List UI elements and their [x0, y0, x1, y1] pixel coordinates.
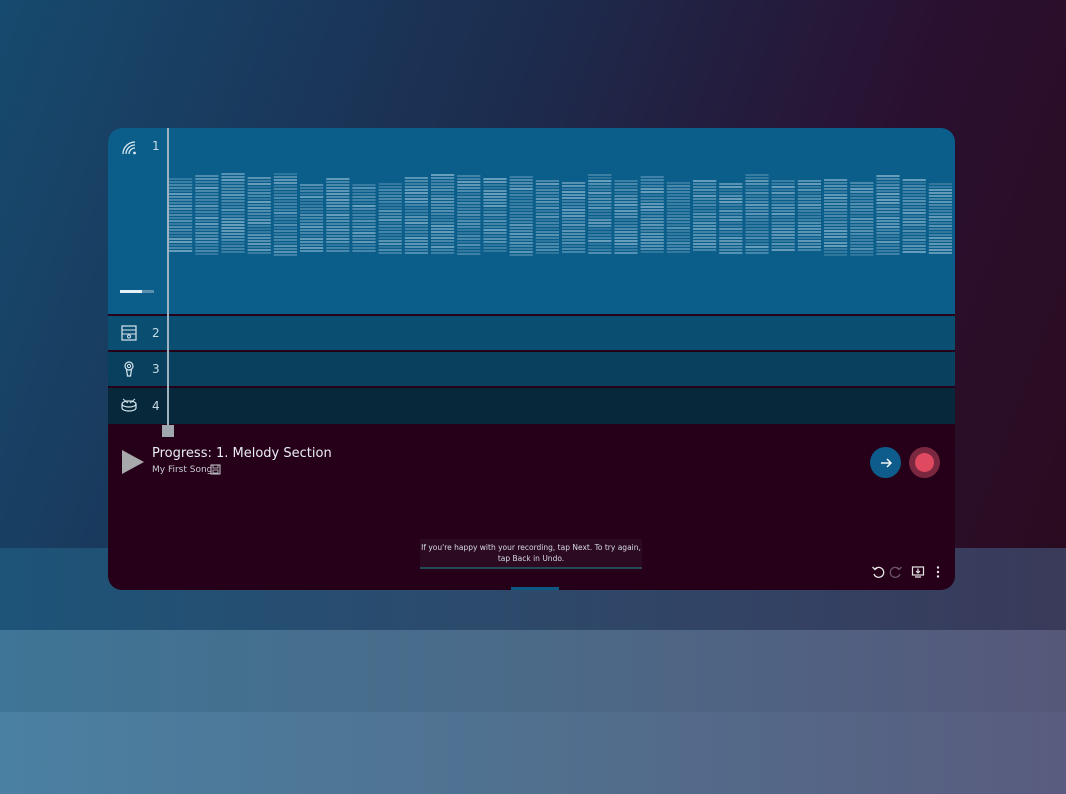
record-icon — [915, 453, 934, 472]
record-button[interactable] — [909, 447, 940, 478]
playhead-line — [167, 128, 169, 425]
backdrop-floor-band — [0, 712, 1066, 794]
save-icon[interactable] — [210, 464, 221, 475]
track-number: 4 — [152, 399, 160, 413]
hint-line: If you're happy with your recording, tap… — [421, 543, 641, 552]
hint-tooltip: If you're happy with your recording, tap… — [420, 539, 642, 569]
track-3[interactable]: 3 — [108, 352, 955, 386]
more-icon[interactable] — [931, 565, 945, 579]
arrow-right-icon — [880, 458, 892, 467]
track-2[interactable]: 2 — [108, 316, 955, 350]
track-number: 1 — [152, 139, 160, 153]
playhead-handle[interactable] — [162, 425, 174, 437]
drum-icon — [121, 398, 137, 412]
song-name[interactable]: My First Song — [152, 465, 212, 475]
track-1[interactable]: 1 — [108, 128, 955, 314]
track-number: 2 — [152, 326, 160, 340]
hint-line: tap Back in Undo. — [497, 554, 565, 563]
microphone-icon — [124, 361, 134, 377]
keyboard-icon — [121, 325, 137, 341]
waveform — [169, 173, 952, 256]
play-button[interactable] — [122, 450, 144, 474]
tooltip-indicator — [511, 587, 559, 590]
backdrop-floor-band — [0, 630, 1066, 712]
track-number: 3 — [152, 362, 160, 376]
track-4[interactable]: 4 — [108, 388, 955, 424]
import-icon[interactable] — [911, 565, 925, 579]
next-button[interactable] — [870, 447, 901, 478]
progress-title: Progress: 1. Melody Section — [152, 446, 332, 461]
wireless-sound-icon — [122, 141, 136, 155]
redo-icon[interactable] — [889, 565, 903, 579]
volume-level — [120, 290, 143, 293]
app-window: 1 2 3 4 Progress: 1. Melody Section My F… — [108, 128, 955, 590]
undo-icon[interactable] — [871, 565, 885, 579]
volume-slider[interactable] — [120, 290, 154, 293]
